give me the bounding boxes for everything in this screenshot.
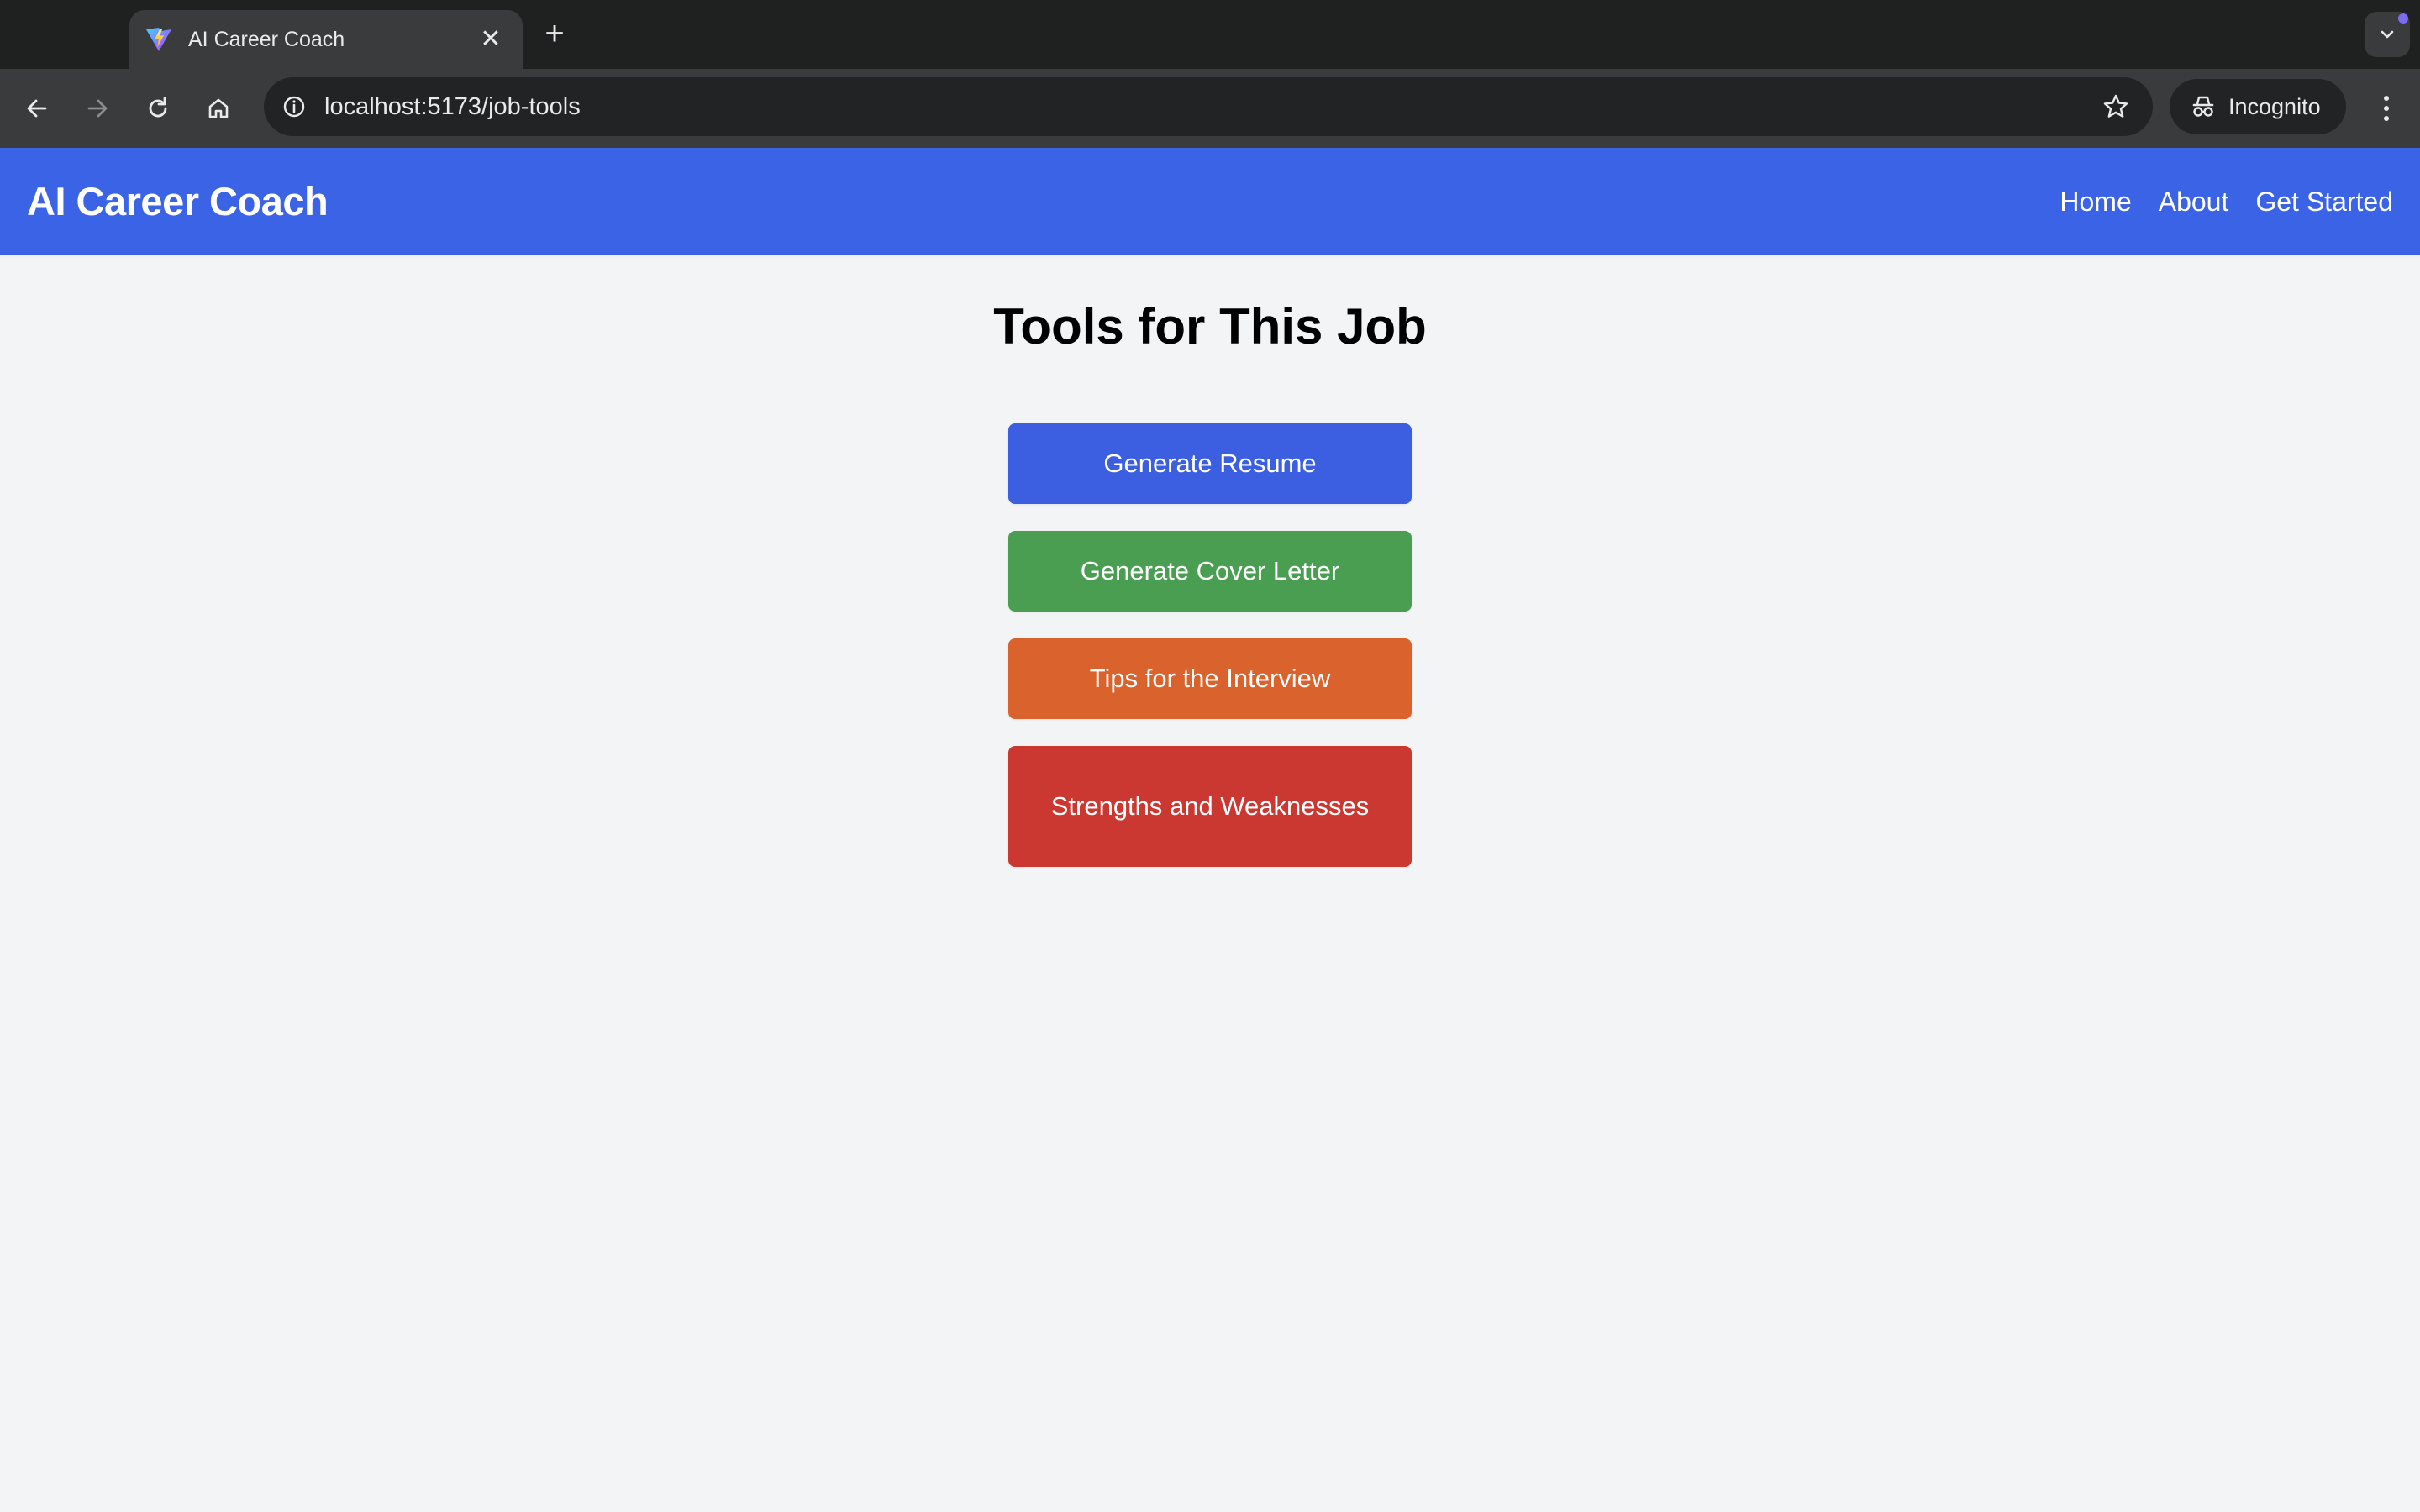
vite-favicon-icon [146, 28, 171, 51]
browser-menu-button[interactable] [2365, 87, 2408, 130]
tab-title: AI Career Coach [188, 27, 345, 51]
job-tools-button-list: Generate Resume Generate Cover Letter Ti… [1008, 423, 1412, 867]
browser-tab-active[interactable]: AI Career Coach ✕ [129, 10, 523, 69]
site-info-icon [283, 96, 305, 118]
address-url[interactable]: localhost:5173/job-tools [324, 77, 581, 136]
incognito-profile-button[interactable]: Incognito [2170, 79, 2346, 134]
bookmark-star-icon [2103, 94, 2128, 118]
incognito-label: Incognito [2228, 93, 2321, 119]
interview-tips-button[interactable]: Tips for the Interview [1008, 638, 1412, 719]
nav-link-get-started[interactable]: Get Started [2255, 186, 2393, 218]
nav-link-home[interactable]: Home [2060, 186, 2131, 218]
back-icon [27, 99, 47, 118]
incognito-icon [2192, 96, 2214, 117]
home-button[interactable] [197, 87, 240, 130]
bookmark-button[interactable] [2094, 85, 2138, 129]
forward-icon [87, 99, 108, 118]
address-bar[interactable]: localhost:5173/job-tools [264, 77, 2153, 136]
tab-search-button[interactable] [2365, 12, 2410, 57]
reload-icon [149, 97, 167, 118]
tab-search-chevron-icon [2381, 30, 2394, 39]
notification-dot [2398, 13, 2408, 24]
tab-close-icon[interactable]: ✕ [476, 24, 506, 55]
menu-kebab-icon [2384, 96, 2389, 121]
browser-toolbar: localhost:5173/job-tools Incognito [0, 69, 2420, 148]
page-title: Tools for This Job [993, 298, 1427, 354]
site-navbar: AI Career Coach Home About Get Started [0, 148, 2420, 255]
browser-tab-strip: AI Career Coach ✕ + [0, 0, 2420, 69]
site-info-button[interactable] [272, 85, 316, 129]
nav-links: Home About Get Started [2060, 148, 2393, 255]
generate-resume-button[interactable]: Generate Resume [1008, 423, 1412, 504]
strengths-weaknesses-button[interactable]: Strengths and Weaknesses [1008, 746, 1412, 867]
generate-cover-letter-button[interactable]: Generate Cover Letter [1008, 531, 1412, 612]
nav-link-about[interactable]: About [2159, 186, 2229, 218]
back-button[interactable] [15, 87, 59, 130]
new-tab-button[interactable]: + [538, 15, 571, 52]
site-brand[interactable]: AI Career Coach [27, 148, 329, 255]
reload-button[interactable] [136, 87, 180, 130]
home-icon [208, 98, 229, 118]
forward-button[interactable] [76, 87, 119, 130]
